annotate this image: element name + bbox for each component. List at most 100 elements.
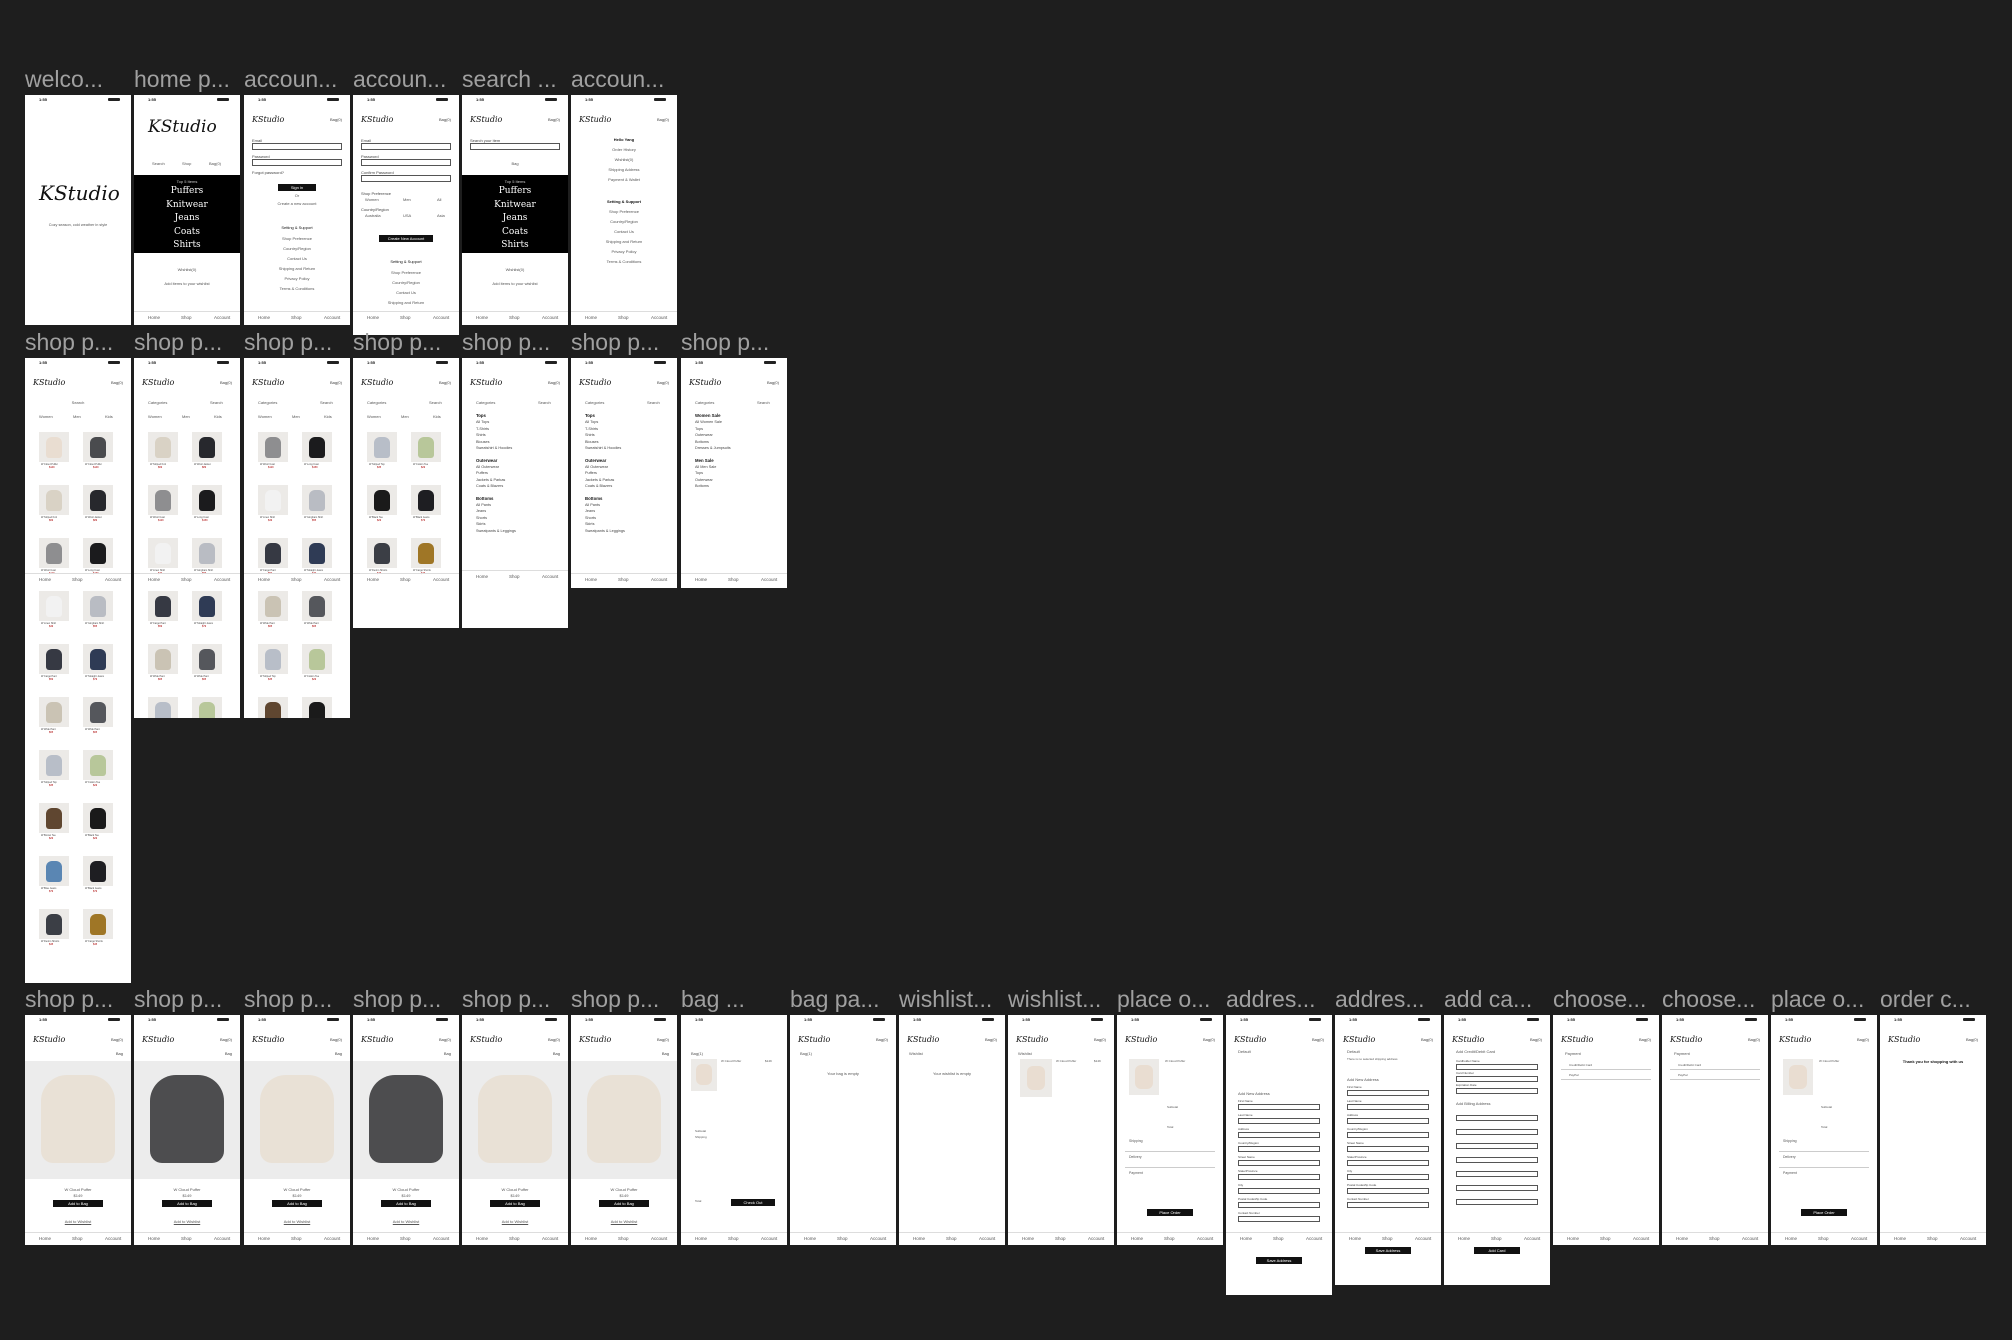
product-detail-frame[interactable]: 1:55 KStudio Bag(0) Bag W Cloud Puffer $149 Ad… (25, 1015, 131, 1245)
shop-grid-frame-3[interactable]: 1:55 KStudio Bag(0) Categories Search Women Me… (244, 358, 350, 718)
email-field[interactable] (361, 143, 451, 150)
tab-home[interactable]: Home (585, 315, 597, 320)
tab-shop[interactable]: Shop (618, 315, 629, 320)
tab-home[interactable]: Home (1131, 1236, 1143, 1241)
category-shirts[interactable]: Shirts (462, 239, 568, 253)
tab-home[interactable]: Home (695, 1236, 707, 1241)
address-input[interactable] (1238, 1146, 1320, 1152)
tab-shop[interactable]: Shop (509, 1236, 520, 1241)
category-item[interactable]: Coats & Blazers (585, 484, 612, 488)
tab-shop[interactable]: Shop (400, 1236, 411, 1241)
product-card[interactable]: W Cloud Puffer $149 (39, 432, 69, 470)
bag-link[interactable]: Bag(0) (548, 117, 560, 122)
product-card[interactable]: W Gingham Shirt$55 (192, 538, 222, 576)
product-card[interactable]: W Cotton Tee$29 (302, 644, 332, 682)
bag-link[interactable]: Bag(0) (220, 1037, 232, 1042)
bag-link[interactable]: Bag(0) (330, 117, 342, 122)
tab-account[interactable]: Account (1633, 1236, 1649, 1241)
product-card[interactable]: W Straight Jeans$79 (192, 591, 222, 629)
category-item[interactable]: Jeans (585, 509, 595, 513)
tab-account[interactable]: Account (105, 577, 121, 582)
bag-link[interactable]: Bag(0) (657, 117, 669, 122)
tab-home[interactable]: Home (258, 1236, 270, 1241)
category-item[interactable]: Sweatpants & Leggings (476, 529, 516, 533)
tab-account[interactable]: Account (1524, 1236, 1540, 1241)
category-item[interactable]: Puffers (585, 471, 597, 475)
bottoms-heading[interactable]: Bottoms (476, 496, 493, 501)
add-to-bag-button[interactable]: Add to Bag (162, 1200, 212, 1207)
tab-home[interactable]: Home (148, 577, 160, 582)
category-item[interactable]: Tops (695, 471, 703, 475)
tab-account[interactable]: Account (651, 577, 667, 582)
category-item[interactable]: All Outerwear (585, 465, 608, 469)
tab-account[interactable]: Account (542, 574, 558, 579)
billing-input[interactable] (1456, 1143, 1538, 1149)
tab-shop[interactable]: Shop (291, 577, 302, 582)
paypal-option[interactable]: PayPal (1569, 1073, 1579, 1078)
wishlist-link[interactable]: Wishlist(0) (462, 267, 568, 272)
address-input[interactable] (1347, 1202, 1429, 1208)
payment-section[interactable]: Payment (1783, 1171, 1797, 1176)
country-asia-radio[interactable]: Asia (437, 213, 445, 218)
bag-link[interactable]: Bag(0) (1966, 1037, 1978, 1042)
search-link[interactable]: Search (320, 400, 333, 405)
search-frame[interactable]: 1:55 KStudio Bag(0) Search your item Bag… (462, 95, 568, 325)
bag-link[interactable]: Bag(0) (1094, 1037, 1106, 1042)
add-to-wishlist-link[interactable]: Add to Wishlist (25, 1219, 131, 1224)
shipping-section[interactable]: Shipping (1783, 1139, 1797, 1144)
tab-account[interactable]: Account (870, 1236, 886, 1241)
product-card[interactable]: W Denim Shorts$45 (367, 538, 397, 576)
category-item[interactable]: All Men Sale (695, 465, 716, 469)
password-field[interactable] (252, 159, 342, 166)
add-to-wishlist-link[interactable]: Add to Wishlist (571, 1219, 677, 1224)
search-link[interactable]: Search (25, 400, 131, 405)
bag-short-link[interactable]: Bag (225, 1051, 232, 1056)
tab-shop[interactable]: Shop (181, 577, 192, 582)
tab-shop[interactable]: Shop (291, 315, 302, 320)
address-input[interactable] (1347, 1174, 1429, 1180)
product-card[interactable]: W Black Jeans $79 (411, 485, 441, 523)
product-card[interactable]: W Wool Coat$129 (258, 432, 288, 470)
category-item[interactable]: T-Shirts (476, 427, 489, 431)
bag-link[interactable]: Bag(0) (220, 380, 232, 385)
product-card[interactable]: W Long Coat$159 (83, 538, 113, 576)
category-item[interactable]: Dresses & Jumpsuits (695, 446, 731, 450)
category-item[interactable]: All Women Sale (695, 420, 722, 424)
address-input[interactable] (1347, 1146, 1429, 1152)
bag-link[interactable]: Bag(0) (657, 380, 669, 385)
product-card[interactable]: W Cotton Tee$29 (192, 697, 222, 718)
wishlist-empty-frame[interactable]: 1:55 KStudio Bag(0) Wishlist Your wishlist i… (899, 1015, 1005, 1245)
category-item[interactable]: All Pants (476, 503, 491, 507)
home-link-bag[interactable]: Bag(0) (209, 161, 221, 166)
tab-shop[interactable]: Shop (728, 577, 739, 582)
product-card[interactable]: W Striped Top$35 (148, 697, 178, 718)
shop-tab-1[interactable]: Men (73, 414, 81, 419)
tab-account[interactable]: Account (214, 315, 230, 320)
shop-tab-1[interactable]: Men (401, 414, 409, 419)
add-to-wishlist-link[interactable]: Add to Wishlist (353, 1219, 459, 1224)
shop-tab-2[interactable]: Kids (324, 414, 332, 419)
tab-home[interactable]: Home (1240, 1236, 1252, 1241)
product-card[interactable]: W Black Jeans $79 (83, 856, 113, 894)
category-item[interactable]: All Tops (476, 420, 489, 424)
delivery-section[interactable]: Delivery (1129, 1155, 1142, 1160)
add-to-wishlist-link[interactable]: Add to Wishlist (462, 1219, 568, 1224)
place-order-frame[interactable]: 1:55 KStudio Bag(0) W Cloud Puffer Subtotal T… (1117, 1015, 1223, 1245)
category-item[interactable]: Blouses (585, 440, 599, 444)
shop-women-frame[interactable]: 1:55 KStudio Bag(0) Women Men Kids Search W Clo… (25, 358, 131, 983)
shop-tab-0[interactable]: Women (367, 414, 381, 419)
tab-shop[interactable]: Shop (72, 1236, 83, 1241)
country-usa-radio[interactable]: USA (403, 213, 411, 218)
product-card[interactable]: W Black Tee$29 (367, 485, 397, 523)
product-card[interactable]: W Linen Shirt$49 (258, 485, 288, 523)
product-detail-frame[interactable]: 1:55 KStudio Bag(0) Bag W Cloud Puffer $149 Ad… (353, 1015, 459, 1245)
address-input[interactable] (1238, 1118, 1320, 1124)
product-card[interactable]: W Cargo Shorts$45 (411, 538, 441, 576)
settings-terms[interactable]: Terms & Conditions (244, 286, 350, 291)
category-item[interactable]: Bottoms (695, 484, 709, 488)
shop-tab-1[interactable]: Men (292, 414, 300, 419)
tab-shop[interactable]: Shop (618, 577, 629, 582)
category-item[interactable]: Blouses (476, 440, 490, 444)
bag-link[interactable]: Bag(0) (111, 1037, 123, 1042)
payment-wallet-link[interactable]: Payment & Wallet (571, 177, 677, 182)
